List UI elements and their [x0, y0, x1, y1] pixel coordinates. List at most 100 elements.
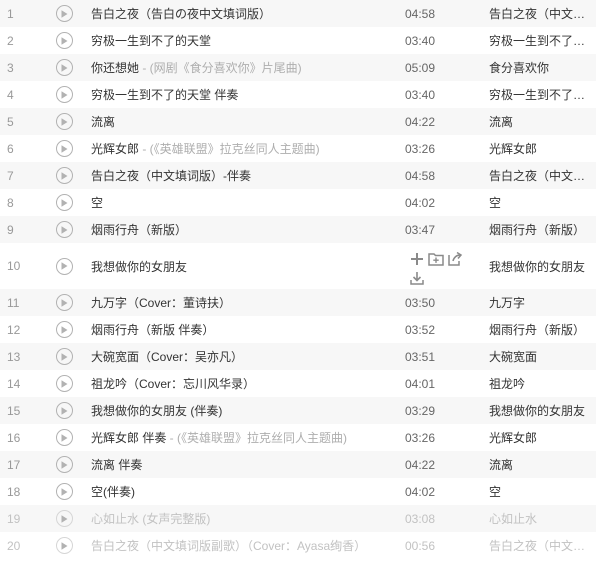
song-title[interactable]: 告白之夜（告白の夜中文填词版） — [91, 5, 391, 22]
song-title[interactable]: 流离 伴奏 — [91, 456, 391, 473]
song-album[interactable]: 告白之夜（中文填词版） — [489, 5, 589, 22]
song-row[interactable]: 16 光辉女郎 伴奏 - (《英雄联盟》拉克丝同人主题曲) 03:26 光辉女郎 — [0, 424, 596, 451]
play-icon[interactable] — [56, 59, 73, 76]
song-title-text: 空 — [91, 196, 104, 210]
song-album[interactable]: 烟雨行舟（新版） — [489, 221, 589, 238]
play-icon[interactable] — [56, 294, 73, 311]
song-duration: 03:26 — [405, 141, 436, 156]
song-title[interactable]: 祖龙吟（Cover：忘川风华录） — [91, 375, 391, 392]
song-row[interactable]: 8 空 04:02 空 — [0, 189, 596, 216]
song-duration: 04:22 — [405, 457, 436, 472]
song-row[interactable]: 4 穷极一生到不了的天堂 伴奏 03:40 穷极一生到不了的天堂 — [0, 81, 596, 108]
song-index: 2 — [7, 33, 14, 48]
song-title-text: 光辉女郎 伴奏 — [91, 431, 167, 445]
song-album[interactable]: 流离 — [489, 456, 589, 473]
play-icon[interactable] — [56, 456, 73, 473]
song-row[interactable]: 18 空(伴奏) 04:02 空 — [0, 478, 596, 505]
play-icon[interactable] — [56, 221, 73, 238]
song-album[interactable]: 穷极一生到不了的天堂 — [489, 32, 589, 49]
song-title[interactable]: 你还想她 - (网剧《食分喜欢你》片尾曲) — [91, 59, 391, 76]
song-title[interactable]: 烟雨行舟（新版） — [91, 221, 391, 238]
song-list: 1 告白之夜（告白の夜中文填词版） 04:58 告白之夜（中文填词版） 2 穷极一生到不了… — [0, 0, 596, 559]
song-index: 3 — [7, 60, 14, 75]
song-row[interactable]: 7 告白之夜（中文填词版）-伴奏 04:58 告白之夜（中文填词版） — [0, 162, 596, 189]
song-row[interactable]: 6 光辉女郎 - (《英雄联盟》拉克丝同人主题曲) 03:26 光辉女郎 — [0, 135, 596, 162]
play-icon[interactable] — [56, 483, 73, 500]
song-subtitle: - (《英雄联盟》拉克丝同人主题曲) — [139, 142, 320, 156]
download-icon[interactable] — [409, 270, 425, 286]
play-icon[interactable] — [56, 5, 73, 22]
play-icon[interactable] — [56, 167, 73, 184]
song-row[interactable]: 2 穷极一生到不了的天堂 03:40 穷极一生到不了的天堂 — [0, 27, 596, 54]
song-title[interactable]: 我想做你的女朋友 (伴奏) — [91, 402, 391, 419]
song-title[interactable]: 空(伴奏) — [91, 483, 391, 500]
add-to-folder-icon[interactable] — [428, 251, 444, 267]
song-album[interactable]: 烟雨行舟（新版） — [489, 321, 589, 338]
song-album[interactable]: 食分喜欢你 — [489, 59, 589, 76]
song-title[interactable]: 告白之夜（中文填词版副歌）（Cover：Ayasa绚香） — [91, 537, 391, 554]
song-row[interactable]: 20 告白之夜（中文填词版副歌）（Cover：Ayasa绚香） 00:56 告白之夜（… — [0, 532, 596, 559]
play-icon[interactable] — [56, 402, 73, 419]
song-title[interactable]: 九万字（Cover：董诗扶） — [91, 294, 391, 311]
song-title[interactable]: 我想做你的女朋友 — [91, 258, 391, 275]
song-title-text: 穷极一生到不了的天堂 伴奏 — [91, 88, 239, 102]
play-icon[interactable] — [56, 86, 73, 103]
song-row[interactable]: 9 烟雨行舟（新版） 03:47 烟雨行舟（新版） — [0, 216, 596, 243]
add-icon[interactable] — [409, 251, 425, 267]
play-icon[interactable] — [56, 321, 73, 338]
song-title[interactable]: 大碗宽面（Cover：吴亦凡） — [91, 348, 391, 365]
song-index: 8 — [7, 195, 14, 210]
play-icon[interactable] — [56, 375, 73, 392]
song-album[interactable]: 我想做你的女朋友 — [489, 402, 589, 419]
song-album[interactable]: 流离 — [489, 113, 589, 130]
song-album[interactable]: 告白之夜（中文填词版） — [489, 167, 589, 184]
song-title[interactable]: 告白之夜（中文填词版）-伴奏 — [91, 167, 391, 184]
song-title[interactable]: 穷极一生到不了的天堂 — [91, 32, 391, 49]
song-album[interactable]: 九万字 — [489, 294, 589, 311]
row-actions — [403, 248, 473, 286]
song-row[interactable]: 19 心如止水 (女声完整版) 03:08 心如止水 — [0, 505, 596, 532]
play-icon[interactable] — [56, 140, 73, 157]
song-album[interactable]: 空 — [489, 194, 589, 211]
song-title[interactable]: 心如止水 (女声完整版) — [91, 510, 391, 527]
song-album[interactable]: 光辉女郎 — [489, 429, 589, 446]
play-icon[interactable] — [56, 32, 73, 49]
song-album[interactable]: 我想做你的女朋友 — [489, 258, 589, 275]
play-icon[interactable] — [56, 257, 73, 275]
song-title[interactable]: 流离 — [91, 113, 391, 130]
play-icon[interactable] — [56, 194, 73, 211]
song-album[interactable]: 告白之夜（中文填词版） — [489, 537, 589, 554]
song-row[interactable]: 5 流离 04:22 流离 — [0, 108, 596, 135]
song-album[interactable]: 空 — [489, 483, 589, 500]
play-icon[interactable] — [56, 537, 73, 554]
play-icon[interactable] — [56, 113, 73, 130]
song-album[interactable]: 心如止水 — [489, 510, 589, 527]
song-title[interactable]: 空 — [91, 194, 391, 211]
song-index: 12 — [7, 322, 21, 337]
song-row[interactable]: 15 我想做你的女朋友 (伴奏) 03:29 我想做你的女朋友 — [0, 397, 596, 424]
song-row[interactable]: 14 祖龙吟（Cover：忘川风华录） 04:01 祖龙吟 — [0, 370, 596, 397]
song-title-text: 你还想她 — [91, 61, 140, 75]
song-album[interactable]: 祖龙吟 — [489, 375, 589, 392]
song-row[interactable]: 10 我想做你的女朋友 我想做你的女朋友 — [0, 243, 596, 289]
song-title[interactable]: 穷极一生到不了的天堂 伴奏 — [91, 86, 391, 103]
play-icon[interactable] — [56, 348, 73, 365]
play-icon[interactable] — [56, 510, 73, 527]
song-title[interactable]: 光辉女郎 伴奏 - (《英雄联盟》拉克丝同人主题曲) — [91, 429, 391, 446]
share-icon[interactable] — [447, 251, 463, 267]
song-row[interactable]: 12 烟雨行舟（新版 伴奏） 03:52 烟雨行舟（新版） — [0, 316, 596, 343]
song-album[interactable]: 穷极一生到不了的天堂 — [489, 86, 589, 103]
song-row[interactable]: 13 大碗宽面（Cover：吴亦凡） 03:51 大碗宽面 — [0, 343, 596, 370]
song-album[interactable]: 光辉女郎 — [489, 140, 589, 157]
song-title[interactable]: 烟雨行舟（新版 伴奏） — [91, 321, 391, 338]
song-album[interactable]: 大碗宽面 — [489, 348, 589, 365]
song-row[interactable]: 3 你还想她 - (网剧《食分喜欢你》片尾曲) 05:09 食分喜欢你 — [0, 54, 596, 81]
song-index: 14 — [7, 376, 21, 391]
song-duration: 03:08 — [405, 511, 436, 526]
song-title[interactable]: 光辉女郎 - (《英雄联盟》拉克丝同人主题曲) — [91, 140, 391, 157]
song-row[interactable]: 11 九万字（Cover：董诗扶） 03:50 九万字 — [0, 289, 596, 316]
song-row[interactable]: 17 流离 伴奏 04:22 流离 — [0, 451, 596, 478]
play-icon[interactable] — [56, 429, 73, 446]
song-title-text: 祖龙吟（Cover：忘川风华录） — [91, 377, 256, 391]
song-row[interactable]: 1 告白之夜（告白の夜中文填词版） 04:58 告白之夜（中文填词版） — [0, 0, 596, 27]
